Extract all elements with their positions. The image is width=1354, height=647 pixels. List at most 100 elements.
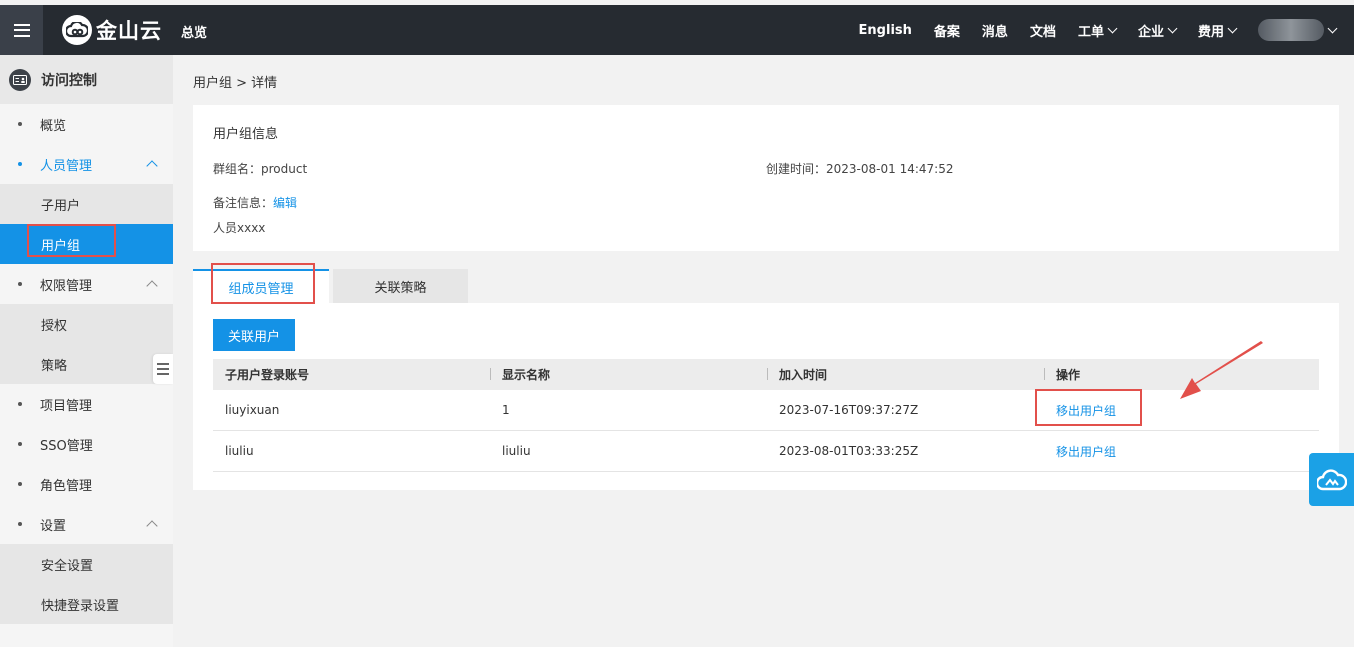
bullet-icon xyxy=(18,282,22,286)
nav-overview-link[interactable]: 总览 xyxy=(181,22,207,41)
edit-remark-link[interactable]: 编辑 xyxy=(273,196,297,210)
sidebar-item-overview[interactable]: 概览 xyxy=(0,104,173,144)
nav-label: 备案 xyxy=(933,24,960,40)
sidebar-item-label: 安全设置 xyxy=(41,558,94,574)
nav-messages[interactable]: 消息 xyxy=(982,21,1008,40)
chevron-up-icon xyxy=(146,160,158,172)
nav-english[interactable]: English xyxy=(859,23,912,38)
bullet-icon xyxy=(18,162,22,166)
table-row: liuliu liuliu 2023-08-01T03:33:25Z 移出用户组 xyxy=(213,431,1319,472)
chevron-down-icon xyxy=(1327,23,1338,33)
support-chat-widget[interactable] xyxy=(1309,453,1354,506)
top-navigation-bar: 金山云 总览 English 备案 消息 文档 工单 企业 费用 xyxy=(0,5,1354,55)
access-control-icon xyxy=(9,68,31,91)
nav-label: English xyxy=(858,22,912,38)
account-name-blurred xyxy=(1258,19,1324,41)
brand-logo[interactable]: 金山云 xyxy=(62,15,162,45)
created-time-value: 2023-08-01 14:47:52 xyxy=(826,162,954,176)
nav-label: 费用 xyxy=(1197,24,1224,40)
group-info-title: 用户组信息 xyxy=(213,127,279,142)
sidebar-item-sub-users[interactable]: 子用户 xyxy=(0,184,173,224)
tab-linked-policies[interactable]: 关联策略 xyxy=(333,269,468,303)
cell-account: liuliu xyxy=(225,444,254,458)
menu-toggle-button[interactable] xyxy=(0,5,43,55)
sidebar-item-permission-management[interactable]: 权限管理 xyxy=(0,264,173,304)
created-time-label: 创建时间： xyxy=(766,162,827,176)
created-time-row: 创建时间：2023-08-01 14:47:52 xyxy=(766,160,953,177)
breadcrumb: 用户组 > 详情 xyxy=(193,76,278,91)
chevron-down-icon xyxy=(1227,23,1238,33)
sidebar-item-label: 快捷登录设置 xyxy=(41,598,120,614)
sidebar-item-authorization[interactable]: 授权 xyxy=(0,304,173,344)
sidebar-item-label: 项目管理 xyxy=(40,398,93,414)
annotation-box-user-groups xyxy=(27,224,116,257)
cell-joined-time: 2023-07-16T09:37:27Z xyxy=(779,403,919,417)
nav-label: 文档 xyxy=(1029,24,1056,40)
cell-display-name: 1 xyxy=(502,403,510,417)
bullet-icon xyxy=(18,122,22,126)
sidebar-title: 访问控制 xyxy=(41,72,97,89)
table-header: 子用户登录账号 显示名称 加入时间 操作 xyxy=(213,359,1319,390)
sidebar-header: 访问控制 xyxy=(0,55,173,104)
nav-label: 消息 xyxy=(981,24,1008,40)
nav-billing-dropdown[interactable]: 费用 xyxy=(1197,21,1238,40)
sidebar-item-security-settings[interactable]: 安全设置 xyxy=(0,544,173,584)
cloud-logo-icon xyxy=(62,15,92,45)
top-right-nav: English 备案 消息 文档 工单 企业 费用 xyxy=(837,5,1338,55)
bullet-icon xyxy=(18,482,22,486)
remark-label: 备注信息： xyxy=(213,196,274,210)
members-table: 子用户登录账号 显示名称 加入时间 操作 liuyixuan 1 2023-07… xyxy=(213,359,1319,472)
chevron-down-icon xyxy=(1167,23,1178,33)
sidebar-item-label: 权限管理 xyxy=(40,278,93,294)
sidebar-item-label: 设置 xyxy=(40,518,67,534)
chevron-up-icon xyxy=(146,520,158,532)
sidebar-item-role-management[interactable]: 角色管理 xyxy=(0,464,173,504)
sidebar-item-sso-management[interactable]: SSO管理 xyxy=(0,424,173,464)
remove-from-group-link[interactable]: 移出用户组 xyxy=(1056,445,1116,459)
brand-name: 金山云 xyxy=(96,19,162,43)
bullet-icon xyxy=(18,522,22,526)
sidebar-item-people-management[interactable]: 人员管理 xyxy=(0,144,173,184)
group-name-row: 群组名：product xyxy=(213,160,307,177)
sidebar-item-label: 策略 xyxy=(41,358,68,374)
column-header-display-name: 显示名称 xyxy=(490,366,767,383)
bullet-icon xyxy=(18,402,22,406)
nav-record[interactable]: 备案 xyxy=(934,21,960,40)
nav-label: 工单 xyxy=(1077,24,1104,40)
annotation-arrow-icon xyxy=(1180,341,1263,399)
bullet-icon xyxy=(18,442,22,446)
sidebar-item-label: 人员管理 xyxy=(40,158,93,174)
table-row: liuyixuan 1 2023-07-16T09:37:27Z 移出用户组 xyxy=(213,390,1319,431)
annotation-box-remove-link xyxy=(1035,389,1142,426)
sidebar: 访问控制 概览 人员管理 子用户 用户组 权限管理 授权 策略 项目管理 SSO… xyxy=(0,55,173,647)
group-info-card: 用户组信息 群组名：product 创建时间：2023-08-01 14:47:… xyxy=(193,105,1339,251)
nav-label: 企业 xyxy=(1137,24,1164,40)
cloud-chat-icon xyxy=(1316,468,1347,490)
sidebar-item-project-management[interactable]: 项目管理 xyxy=(0,384,173,424)
remark-row: 备注信息：编辑 xyxy=(213,194,297,211)
sidebar-item-label: 概览 xyxy=(40,118,67,134)
members-panel: 关联用户 子用户登录账号 显示名称 加入时间 操作 liuyixuan 1 20… xyxy=(193,303,1339,490)
sidebar-item-settings[interactable]: 设置 xyxy=(0,504,173,544)
sidebar-item-label: 子用户 xyxy=(41,198,81,214)
sidebar-item-policies[interactable]: 策略 xyxy=(0,344,173,384)
nav-tickets-dropdown[interactable]: 工单 xyxy=(1077,21,1118,40)
nav-docs[interactable]: 文档 xyxy=(1030,21,1056,40)
remark-value: 人员xxxx xyxy=(213,221,266,235)
cell-display-name: liuliu xyxy=(502,444,531,458)
group-name-value: product xyxy=(261,162,308,176)
cell-account: liuyixuan xyxy=(225,403,280,417)
chevron-up-icon xyxy=(146,280,158,292)
link-user-button[interactable]: 关联用户 xyxy=(213,319,295,351)
sidebar-item-label: 角色管理 xyxy=(40,478,93,494)
chevron-down-icon xyxy=(1107,23,1118,33)
hamburger-icon xyxy=(13,23,30,37)
nav-enterprise-dropdown[interactable]: 企业 xyxy=(1137,21,1178,40)
detail-tabs: 组成员管理 关联策略 xyxy=(193,269,1339,303)
sidebar-item-quick-login-settings[interactable]: 快捷登录设置 xyxy=(0,584,173,624)
column-header-account: 子用户登录账号 xyxy=(225,368,310,382)
sidebar-item-label: 授权 xyxy=(41,318,68,334)
account-menu-dropdown[interactable] xyxy=(1258,19,1338,41)
sidebar-collapse-handle[interactable] xyxy=(153,354,173,384)
annotation-box-member-tab xyxy=(211,263,315,304)
